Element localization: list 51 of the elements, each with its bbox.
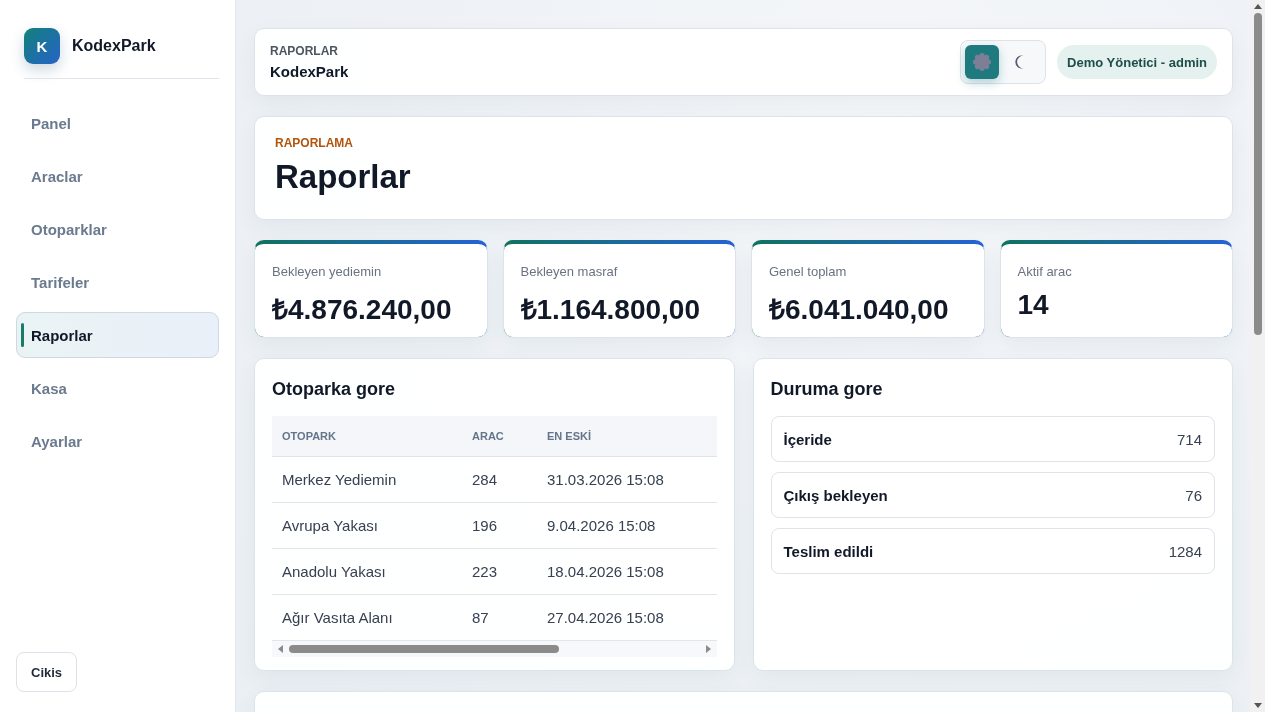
nav-item[interactable]: Kasa — [16, 365, 219, 411]
stat-label: Aktif arac — [1017, 264, 1073, 279]
status-label: İçeride — [783, 430, 832, 448]
panel-title: Duruma gore — [770, 378, 884, 401]
status-label: Çıkış bekleyen — [783, 486, 888, 504]
stat-value: ₺1.164.800,00 — [520, 293, 701, 327]
page-eyebrow: RAPORLAR — [270, 44, 339, 58]
panel-title: Otoparka gore — [272, 378, 397, 401]
nav-item[interactable]: Panel — [16, 100, 219, 146]
table-cell: 223 — [472, 548, 547, 595]
column-header: EN ESKİ — [547, 416, 717, 457]
stat-label: Bekleyen yediemin — [272, 264, 383, 279]
table-cell: Avrupa Yakası — [272, 502, 472, 549]
table-cell: Anadolu Yakası — [272, 548, 472, 595]
table-cell: 87 — [472, 594, 547, 641]
status-label: Teslim edildi — [783, 542, 874, 560]
table-cell: 27.04.2026 15:08 — [547, 594, 717, 641]
user-chip[interactable]: Demo Yönetici - admin — [1057, 45, 1217, 79]
column-header: OTOPARK — [272, 416, 472, 457]
table-cell: Merkez Yediemin — [272, 456, 472, 503]
table-cell: 18.04.2026 15:08 — [547, 548, 717, 595]
status-count: 714 — [1176, 430, 1202, 448]
nav-item[interactable]: Otoparklar — [16, 206, 219, 252]
section-eyebrow: RAPORLAMA — [275, 136, 354, 150]
status-count: 1284 — [1168, 542, 1202, 560]
table-cell: 31.03.2026 15:08 — [547, 456, 717, 503]
page-title: Raporlar — [275, 159, 412, 196]
stat-label: Genel toplam — [769, 264, 848, 279]
status-count: 76 — [1185, 486, 1202, 504]
theme-button[interactable] — [965, 45, 1000, 79]
stat-value: ₺6.041.040,00 — [769, 293, 950, 327]
stat-value: 14 — [1017, 289, 1050, 321]
app-name: KodexPark — [72, 37, 156, 55]
stat-value: ₺4.876.240,00 — [272, 293, 453, 327]
sun-icon — [973, 53, 992, 71]
nav-item[interactable]: Araclar — [16, 153, 219, 199]
table-cell: 9.04.2026 15:08 — [547, 502, 717, 549]
logout-button[interactable]: Cikis — [16, 652, 78, 692]
app-title: KodexPark — [270, 63, 349, 80]
table-cell: 284 — [472, 456, 547, 503]
nav-item[interactable]: Ayarlar — [16, 418, 219, 464]
nav-item[interactable]: Raporlar — [16, 312, 219, 358]
vertical-scrollbar[interactable] — [1250, 0, 1265, 712]
table-cell: Ağır Vasıta Alanı — [272, 594, 472, 641]
app-logo: K — [24, 28, 60, 64]
table-cell: 196 — [472, 502, 547, 549]
moon-icon — [1015, 55, 1026, 69]
column-header: ARAC — [472, 416, 547, 457]
nav-item[interactable]: Tarifeler — [16, 259, 219, 305]
stat-label: Bekleyen masraf — [520, 264, 619, 279]
horizontal-scrollbar[interactable] — [272, 641, 717, 657]
